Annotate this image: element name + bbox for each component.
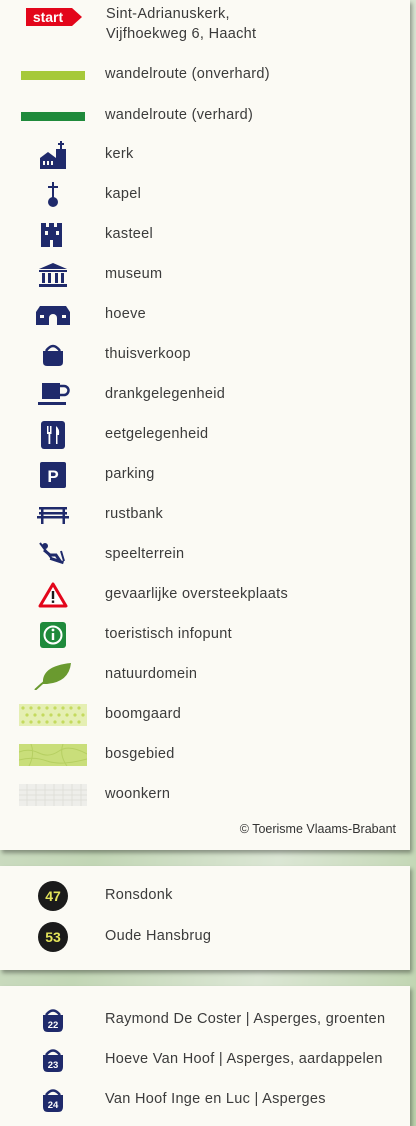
- svg-text:22: 22: [48, 1020, 59, 1031]
- legend-item-museum: museum: [0, 261, 410, 289]
- nodes-panel: 47 Ronsdonk 53 Oude Hansbrug: [0, 866, 410, 970]
- svg-text:24: 24: [48, 1100, 59, 1111]
- orchard-swatch: [19, 704, 87, 726]
- legend-item-orchard: boomgaard: [0, 701, 410, 729]
- legend-item-paved-route: wandelroute (verhard): [0, 102, 410, 130]
- legend-label: rustbank: [105, 506, 164, 522]
- basket-icon: 22: [43, 1009, 63, 1032]
- chapel-icon: [48, 182, 58, 207]
- unpaved-route-bar: [21, 70, 85, 80]
- legend-label: hoeve: [105, 306, 147, 322]
- leaf-icon: [34, 663, 71, 690]
- paved-route-bar: [21, 111, 85, 121]
- seller-label: Raymond De Coster | Asperges, groenten: [105, 1011, 386, 1027]
- legend-item-farm: hoeve: [0, 301, 410, 329]
- museum-icon: [39, 263, 67, 287]
- legend-item-drinks: drankgelegenheid: [0, 381, 410, 409]
- legend-label: kasteel: [105, 226, 154, 242]
- node-number-badge: 47: [38, 881, 68, 911]
- legend-item-forest: bosgebied: [0, 741, 410, 769]
- legend-label: gevaarlijke oversteekplaats: [105, 586, 288, 602]
- legend-panel: start Sint-Adrianuskerk, Vijfhoekweg 6, …: [0, 0, 410, 850]
- legend-label: natuurdomein: [105, 666, 198, 682]
- svg-text:23: 23: [48, 1060, 59, 1071]
- legend-item-chapel: kapel: [0, 181, 410, 209]
- legend-item-church: kerk: [0, 141, 410, 169]
- seller-label: Hoeve Van Hoof | Asperges, aardappelen: [105, 1051, 383, 1067]
- start-location-name: Sint-Adrianuskerk,: [106, 6, 230, 22]
- legend-item-home-sales: thuisverkoop: [0, 341, 410, 369]
- legend-item-bench: rustbank: [0, 501, 410, 529]
- node-number-badge: 53: [38, 922, 68, 952]
- node-item: 53 Oude Hansbrug: [0, 922, 410, 952]
- church-icon: [40, 141, 66, 169]
- legend-label: kapel: [105, 186, 142, 202]
- forest-swatch: [19, 744, 87, 766]
- warning-icon: [38, 582, 68, 608]
- bench-icon: [37, 507, 69, 524]
- swing-icon: [39, 542, 65, 565]
- legend-item-nature-reserve: natuurdomein: [0, 661, 410, 690]
- start-location-address: Vijfhoekweg 6, Haacht: [106, 26, 257, 42]
- legend-label: wandelroute (verhard): [105, 107, 254, 123]
- legend-label: speelterrein: [105, 546, 185, 562]
- fork-knife-icon: [41, 421, 65, 449]
- legend-item-dangerous-crossing: gevaarlijke oversteekplaats: [0, 581, 410, 609]
- seller-label: Van Hoof Inge en Luc | Asperges: [105, 1091, 326, 1107]
- node-label: Ronsdonk: [105, 887, 173, 903]
- legend-item-food: eetgelegenheid: [0, 421, 410, 449]
- legend-label: thuisverkoop: [105, 346, 191, 362]
- node-label: Oude Hansbrug: [105, 928, 212, 944]
- legend-label: woonkern: [105, 786, 171, 802]
- sellers-panel: 22 Raymond De Coster | Asperges, groente…: [0, 986, 410, 1126]
- legend-label: kerk: [105, 146, 134, 162]
- castle-icon: [41, 223, 62, 247]
- cup-icon: [38, 383, 70, 405]
- legend-label: toeristisch infopunt: [105, 626, 232, 642]
- legend-item-tourist-info: toeristisch infopunt: [0, 621, 410, 649]
- copyright-text: © Toerisme Vlaams-Brabant: [239, 822, 396, 836]
- info-icon: [40, 622, 66, 648]
- svg-text:P: P: [47, 467, 58, 486]
- seller-item: 23 Hoeve Van Hoof | Asperges, aardappele…: [0, 1046, 410, 1074]
- legend-item-playground: speelterrein: [0, 541, 410, 569]
- seller-item: 24 Van Hoof Inge en Luc | Asperges: [0, 1086, 410, 1114]
- node-item: 47 Ronsdonk: [0, 881, 410, 911]
- residential-swatch: [19, 784, 87, 806]
- legend-item-parking: P parking: [0, 461, 410, 489]
- basket-icon: 23: [43, 1049, 63, 1072]
- legend-label: wandelroute (onverhard): [105, 66, 270, 82]
- farm-icon: [36, 306, 70, 325]
- basket-icon: [43, 344, 63, 366]
- legend-item-residential: woonkern: [0, 781, 410, 809]
- legend-item-unpaved-route: wandelroute (onverhard): [0, 61, 410, 89]
- legend-label: parking: [105, 466, 155, 482]
- legend-label: bosgebied: [105, 746, 175, 762]
- seller-item: 22 Raymond De Coster | Asperges, groente…: [0, 1006, 410, 1034]
- parking-icon: P: [40, 462, 66, 488]
- legend-label: boomgaard: [105, 706, 182, 722]
- basket-icon: 24: [43, 1089, 63, 1112]
- start-badge: start: [26, 8, 82, 26]
- legend-label: museum: [105, 266, 163, 282]
- legend-item-castle: kasteel: [0, 221, 410, 249]
- legend-label: eetgelegenheid: [105, 426, 209, 442]
- svg-text:start: start: [33, 9, 64, 25]
- legend-label: drankgelegenheid: [105, 386, 226, 402]
